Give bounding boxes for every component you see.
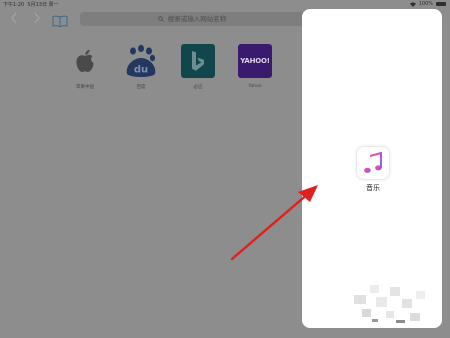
status-date: 5月13日 周一: [27, 2, 59, 8]
apple-logo: [68, 44, 102, 78]
music-note-icon: [364, 152, 382, 173]
app-music[interactable]: 音乐: [356, 147, 390, 193]
wifi-icon: [409, 2, 416, 7]
battery-percent: 100%: [418, 1, 433, 7]
app-label: 音乐: [366, 184, 380, 192]
svg-text:du: du: [134, 65, 148, 76]
pixelated-watermark: [350, 285, 432, 325]
favorite-apple[interactable]: 苹果中国: [68, 44, 102, 90]
music-app-icon[interactable]: [357, 147, 389, 179]
chevron-left-icon: [11, 12, 17, 24]
forward-button[interactable]: [31, 12, 43, 24]
slide-over-panel[interactable]: 音乐: [302, 9, 442, 328]
favorite-baidu[interactable]: du 百度: [124, 44, 158, 90]
baidu-logo: du: [124, 44, 158, 78]
bookmarks-button[interactable]: [52, 12, 68, 28]
address-bar[interactable]: 搜索或输入网站名称: [80, 12, 304, 26]
book-icon: [52, 15, 68, 28]
battery-icon: [436, 2, 446, 6]
address-placeholder: 搜索或输入网站名称: [167, 15, 227, 23]
search-icon: [158, 16, 164, 22]
status-bar: 下午1:20 5月13日 周一 100%: [0, 0, 450, 9]
back-button[interactable]: [8, 12, 20, 24]
status-time: 下午1:20 5月13日 周一: [3, 2, 59, 8]
chevron-right-icon: [34, 12, 40, 24]
status-right: 100%: [409, 1, 446, 7]
yahoo-logo: YAHOO!: [238, 44, 272, 78]
favorite-label: Yahoo: [248, 84, 262, 89]
bing-logo: [181, 44, 215, 78]
favorite-label: 必应: [193, 85, 203, 90]
favorite-label: 苹果中国: [76, 85, 94, 90]
favorite-label: 百度: [136, 85, 146, 90]
favorite-bing[interactable]: 必应: [181, 44, 215, 90]
favorite-yahoo[interactable]: YAHOO! Yahoo: [238, 44, 272, 89]
